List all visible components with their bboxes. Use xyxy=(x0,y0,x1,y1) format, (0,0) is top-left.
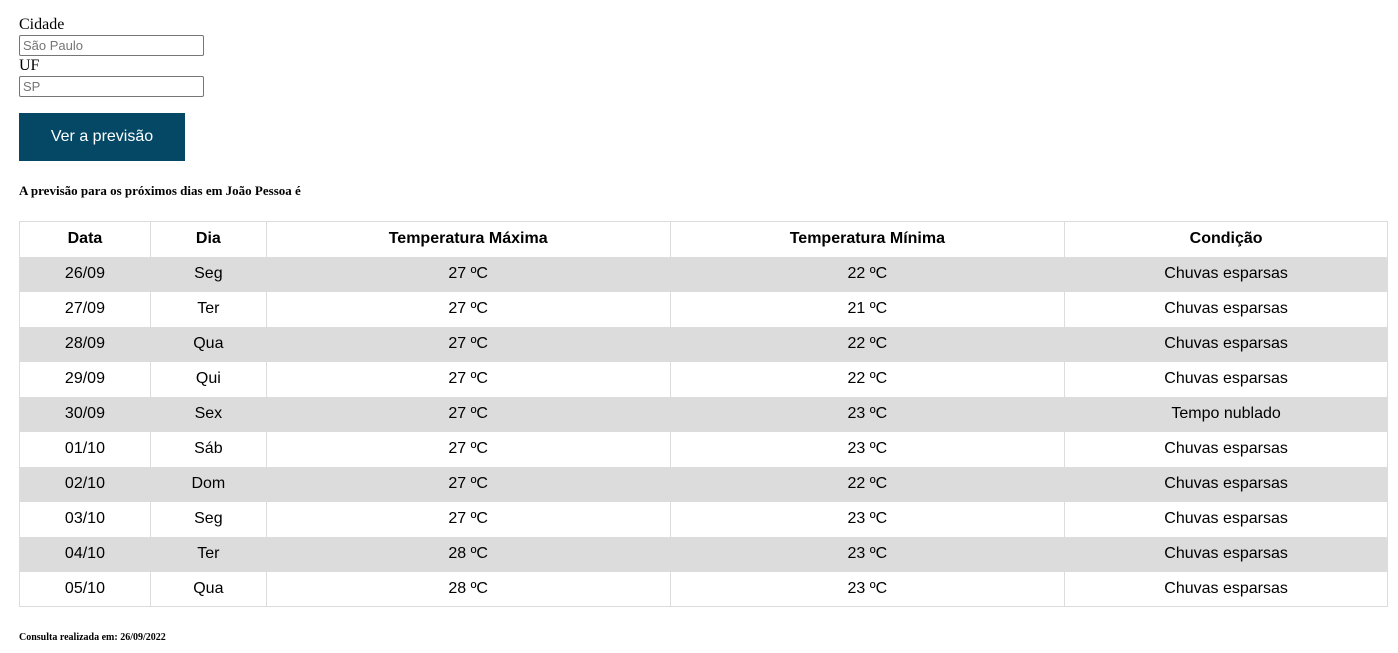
table-header-row: Data Dia Temperatura Máxima Temperatura … xyxy=(19,221,1388,257)
cell-condicao: Chuvas esparsas xyxy=(1064,326,1388,362)
header-condicao: Condição xyxy=(1064,221,1388,257)
cell-temp-max: 27 ºC xyxy=(265,291,671,327)
table-row: 30/09 Sex 27 ºC 23 ºC Tempo nublado xyxy=(19,396,1388,432)
cell-dia: Qua xyxy=(149,326,267,362)
cell-condicao: Chuvas esparsas xyxy=(1064,571,1388,607)
cell-dia: Sáb xyxy=(149,431,267,467)
cell-data: 27/09 xyxy=(19,291,151,327)
cell-data: 26/09 xyxy=(19,256,151,292)
cell-condicao: Chuvas esparsas xyxy=(1064,291,1388,327)
cell-data: 05/10 xyxy=(19,571,151,607)
cell-condicao: Chuvas esparsas xyxy=(1064,536,1388,572)
cell-dia: Ter xyxy=(149,291,267,327)
cell-temp-min: 23 ºC xyxy=(669,431,1066,467)
cell-temp-min: 22 ºC xyxy=(669,466,1066,502)
cell-data: 30/09 xyxy=(19,396,151,432)
header-dia: Dia xyxy=(149,221,267,257)
cell-temp-max: 27 ºC xyxy=(265,256,671,292)
cell-temp-max: 27 ºC xyxy=(265,396,671,432)
cell-temp-min: 22 ºC xyxy=(669,361,1066,397)
cell-temp-min: 23 ºC xyxy=(669,571,1066,607)
header-temp-min: Temperatura Mínima xyxy=(669,221,1066,257)
table-row: 29/09 Qui 27 ºC 22 ºC Chuvas esparsas xyxy=(19,361,1388,397)
cell-dia: Sex xyxy=(149,396,267,432)
cell-condicao: Chuvas esparsas xyxy=(1064,431,1388,467)
cell-data: 01/10 xyxy=(19,431,151,467)
uf-label: UF xyxy=(19,57,40,74)
cell-dia: Seg xyxy=(149,501,267,537)
query-date-note: Consulta realizada em: 26/09/2022 xyxy=(19,632,166,643)
city-label: Cidade xyxy=(19,16,65,33)
cell-dia: Qua xyxy=(149,571,267,607)
city-input[interactable] xyxy=(19,35,204,56)
table-row: 03/10 Seg 27 ºC 23 ºC Chuvas esparsas xyxy=(19,501,1388,537)
cell-temp-min: 23 ºC xyxy=(669,536,1066,572)
cell-data: 03/10 xyxy=(19,501,151,537)
cell-temp-max: 27 ºC xyxy=(265,431,671,467)
cell-data: 29/09 xyxy=(19,361,151,397)
cell-dia: Dom xyxy=(149,466,267,502)
result-heading: A previsão para os próximos dias em João… xyxy=(19,183,301,198)
table-row: 02/10 Dom 27 ºC 22 ºC Chuvas esparsas xyxy=(19,466,1388,502)
view-forecast-button[interactable]: Ver a previsão xyxy=(19,113,185,161)
table-row: 26/09 Seg 27 ºC 22 ºC Chuvas esparsas xyxy=(19,256,1388,292)
cell-data: 04/10 xyxy=(19,536,151,572)
cell-temp-max: 27 ºC xyxy=(265,501,671,537)
cell-condicao: Chuvas esparsas xyxy=(1064,256,1388,292)
header-temp-max: Temperatura Máxima xyxy=(265,221,671,257)
table-row: 01/10 Sáb 27 ºC 23 ºC Chuvas esparsas xyxy=(19,431,1388,467)
cell-temp-min: 23 ºC xyxy=(669,501,1066,537)
cell-data: 02/10 xyxy=(19,466,151,502)
forecast-form: Cidade UF xyxy=(19,16,204,97)
forecast-table: Data Dia Temperatura Máxima Temperatura … xyxy=(19,221,1388,607)
table-row: 05/10 Qua 28 ºC 23 ºC Chuvas esparsas xyxy=(19,571,1388,607)
cell-temp-max: 28 ºC xyxy=(265,571,671,607)
table-row: 28/09 Qua 27 ºC 22 ºC Chuvas esparsas xyxy=(19,326,1388,362)
header-data: Data xyxy=(19,221,151,257)
cell-condicao: Tempo nublado xyxy=(1064,396,1388,432)
cell-dia: Qui xyxy=(149,361,267,397)
cell-temp-min: 21 ºC xyxy=(669,291,1066,327)
table-row: 04/10 Ter 28 ºC 23 ºC Chuvas esparsas xyxy=(19,536,1388,572)
cell-data: 28/09 xyxy=(19,326,151,362)
cell-condicao: Chuvas esparsas xyxy=(1064,466,1388,502)
cell-temp-max: 27 ºC xyxy=(265,466,671,502)
cell-condicao: Chuvas esparsas xyxy=(1064,501,1388,537)
cell-temp-max: 28 ºC xyxy=(265,536,671,572)
table-row: 27/09 Ter 27 ºC 21 ºC Chuvas esparsas xyxy=(19,291,1388,327)
cell-temp-min: 23 ºC xyxy=(669,396,1066,432)
cell-dia: Seg xyxy=(149,256,267,292)
cell-condicao: Chuvas esparsas xyxy=(1064,361,1388,397)
cell-temp-min: 22 ºC xyxy=(669,256,1066,292)
cell-dia: Ter xyxy=(149,536,267,572)
cell-temp-max: 27 ºC xyxy=(265,326,671,362)
cell-temp-max: 27 ºC xyxy=(265,361,671,397)
cell-temp-min: 22 ºC xyxy=(669,326,1066,362)
uf-input[interactable] xyxy=(19,76,204,97)
